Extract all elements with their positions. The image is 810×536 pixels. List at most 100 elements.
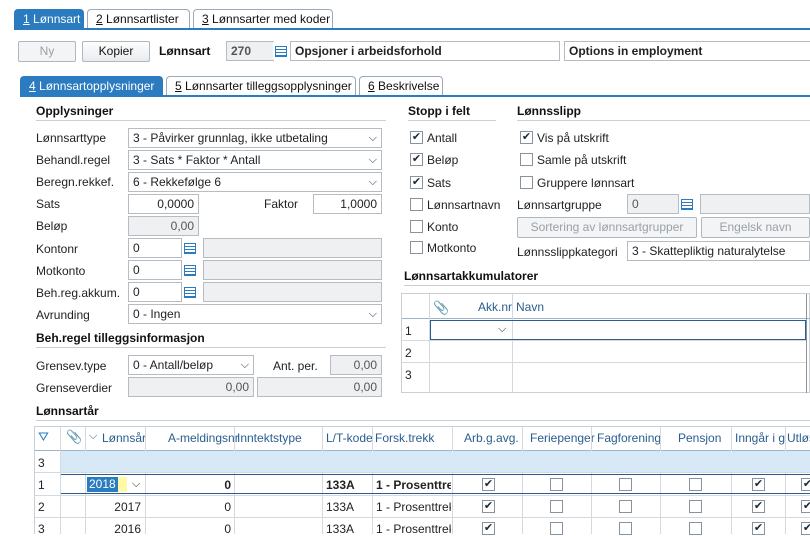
inngar-checkbox[interactable]: ✔ — [752, 522, 765, 535]
utlos-checkbox[interactable]: ✔ — [801, 478, 810, 491]
inngar-checkbox[interactable]: ✔ — [752, 500, 765, 513]
col-inngar-i-gr[interactable]: Inngår i gr — [735, 431, 785, 445]
navn-header[interactable]: Navn — [516, 300, 544, 314]
col-arb-g-avg[interactable]: Arb.g.avg. — [464, 431, 519, 445]
vis-pa-utskrift-checkbox[interactable]: ✔ — [520, 131, 533, 144]
engelsk-navn-button[interactable]: Engelsk navn — [701, 217, 810, 238]
chevron-down-icon[interactable]: ⌵ — [498, 323, 506, 336]
lt-kode-cell[interactable]: 133A — [326, 500, 354, 514]
year-cell[interactable]: 2017 — [86, 500, 141, 514]
col-forsk-trekk[interactable]: Forsk.trekk — [375, 431, 434, 445]
lonnsart-number-field[interactable]: 270 — [226, 41, 274, 61]
name-english-field[interactable]: Options in employment — [564, 41, 810, 61]
new-button[interactable]: Ny — [18, 41, 76, 62]
stopp-lonnsartnavn-checkbox[interactable] — [410, 198, 423, 211]
tab-underline — [14, 28, 810, 30]
grensev-type-select[interactable]: 0 - Antall/beløp ⌵ — [128, 355, 254, 375]
col-a-meldingsnr[interactable]: A-meldingsnr — [168, 431, 239, 445]
kontonr-input[interactable]: 0 — [128, 238, 182, 258]
subtab-underline — [20, 95, 810, 97]
col-inntektstype[interactable]: Inntektstype — [237, 431, 302, 445]
forsk-trekk-cell[interactable]: 1 - Prosenttre — [376, 478, 451, 492]
utlos-checkbox[interactable]: ✔ — [801, 500, 810, 513]
feriepenger-checkbox[interactable] — [550, 500, 563, 513]
lonnsart-lookup-icon[interactable] — [273, 42, 289, 60]
akk-row-number: 3 — [405, 368, 412, 382]
col-lonnsar[interactable]: Lønnsår — [102, 431, 146, 445]
lt-kode-cell[interactable]: 133A — [326, 478, 355, 492]
utlos-checkbox[interactable]: ✔ — [801, 522, 810, 535]
lonnsarttype-select[interactable]: 3 - Påvirker grunnlag, ikke utbetaling ⌵ — [128, 128, 382, 148]
col-utlos[interactable]: Utløs — [787, 431, 810, 445]
col-fagforening[interactable]: Fagforening — [597, 431, 661, 445]
tab-lonnsartlister[interactable]: 2 Lønnsartlister — [87, 9, 190, 29]
pensjon-checkbox[interactable] — [689, 522, 702, 535]
arb-g-avg-checkbox[interactable]: ✔ — [482, 522, 495, 535]
a-meldingsnr-cell[interactable]: 0 — [146, 500, 231, 514]
stopp-antall-label: Antall — [427, 131, 458, 145]
samle-pa-utskrift-checkbox[interactable] — [520, 153, 533, 166]
gruppere-lonnsart-checkbox[interactable] — [520, 176, 533, 189]
pensjon-checkbox[interactable] — [689, 500, 702, 513]
sats-input[interactable]: 0,0000 — [128, 194, 199, 214]
akk-row-number: 2 — [405, 346, 412, 360]
feriepenger-checkbox[interactable] — [550, 478, 563, 491]
akkumulatorer-grid[interactable] — [401, 293, 810, 393]
lonnsslippkategori-label: Lønnsslippkategori — [517, 245, 618, 259]
motkonto-lookup-icon[interactable] — [182, 261, 198, 279]
kontonr-lookup-icon[interactable] — [182, 239, 198, 257]
grenseverdi-2-field: 0,00 — [257, 377, 382, 397]
pensjon-checkbox[interactable] — [689, 478, 702, 491]
avrunding-label: Avrunding — [36, 308, 90, 322]
behandl-regel-select[interactable]: 3 - Sats * Faktor * Antall ⌵ — [128, 150, 382, 170]
inngar-checkbox[interactable]: ✔ — [752, 478, 765, 491]
col-pensjon[interactable]: Pensjon — [678, 431, 721, 445]
tab-lonnsarter-med-koder[interactable]: 3 Lønnsarter med koder — [193, 9, 333, 29]
stopp-belop-checkbox[interactable]: ✔ — [410, 153, 423, 166]
col-lt-kode[interactable]: L/T-kode — [326, 431, 373, 445]
stopp-antall-checkbox[interactable]: ✔ — [410, 131, 423, 144]
akk-nr-header[interactable]: Akk.nr — [478, 300, 512, 314]
beregn-rekkef-select[interactable]: 6 - Rekkefølge 6 ⌵ — [128, 172, 382, 192]
behreg-akkum-input[interactable]: 0 — [128, 282, 182, 302]
faktor-input[interactable]: 1,0000 — [313, 194, 382, 214]
copy-button[interactable]: Kopier — [82, 41, 150, 62]
year-input[interactable]: 2018 — [87, 477, 118, 492]
paperclip-icon[interactable]: 📎 — [66, 429, 82, 445]
stopp-motkonto-checkbox[interactable] — [410, 241, 423, 254]
sort-chevron-icon[interactable]: ⌵ — [89, 430, 97, 443]
feriepenger-checkbox[interactable] — [550, 522, 563, 535]
chevron-down-icon[interactable]: ⌵ — [132, 478, 140, 491]
count-row-highlight — [61, 451, 810, 472]
filter-icon[interactable]: ⛛ — [38, 429, 49, 445]
motkonto-input[interactable]: 0 — [128, 260, 182, 280]
a-meldingsnr-cell[interactable]: 0 — [146, 478, 231, 492]
fagforening-checkbox[interactable] — [619, 500, 632, 513]
arb-g-avg-checkbox[interactable]: ✔ — [482, 478, 495, 491]
akk-selected-row[interactable] — [430, 320, 806, 340]
lonnsslippkategori-select[interactable]: 3 - Skattepliktig naturalytelse — [627, 241, 810, 261]
col-feriepenger[interactable]: Feriepenger — [530, 431, 595, 445]
tab-lonnsart[interactable]: 1 Lønnsart — [14, 9, 84, 29]
stopp-konto-checkbox[interactable] — [410, 220, 423, 233]
beregn-rekkef-label: Beregn.rekkef. — [36, 175, 115, 189]
avrunding-select[interactable]: 0 - Ingen ⌵ — [128, 304, 382, 324]
fagforening-checkbox[interactable] — [619, 478, 632, 491]
tab-lonnsartopplysninger[interactable]: 4 Lønnsartopplysninger — [20, 76, 163, 96]
tillegg-title: Beh.regel tilleggsinformasjon — [36, 331, 205, 345]
fagforening-checkbox[interactable] — [619, 522, 632, 535]
lonnsslipp-title: Lønnsslipp — [517, 104, 581, 118]
belop-field: 0,00 — [128, 216, 199, 236]
forsk-trekk-cell[interactable]: 1 - Prosenttrekk — [376, 500, 451, 514]
akk-col-divider — [429, 294, 430, 393]
name-norwegian-field[interactable]: Opsjoner i arbeidsforhold — [290, 41, 560, 61]
tab-beskrivelse[interactable]: 6 Beskrivelse — [359, 76, 443, 96]
lonnsartgruppe-lookup-icon[interactable] — [679, 195, 695, 213]
stopp-sats-checkbox[interactable]: ✔ — [410, 176, 423, 189]
tab-tilleggsopplysninger[interactable]: 5 Lønnsarter tilleggsopplysninger — [166, 76, 356, 96]
sortering-button[interactable]: Sortering av lønnsartgrupper — [517, 217, 697, 238]
paperclip-icon[interactable]: 📎 — [433, 300, 449, 316]
arb-g-avg-checkbox[interactable]: ✔ — [482, 500, 495, 513]
behreg-akkum-lookup-icon[interactable] — [182, 283, 198, 301]
vis-pa-utskrift-label: Vis på utskrift — [537, 131, 609, 145]
